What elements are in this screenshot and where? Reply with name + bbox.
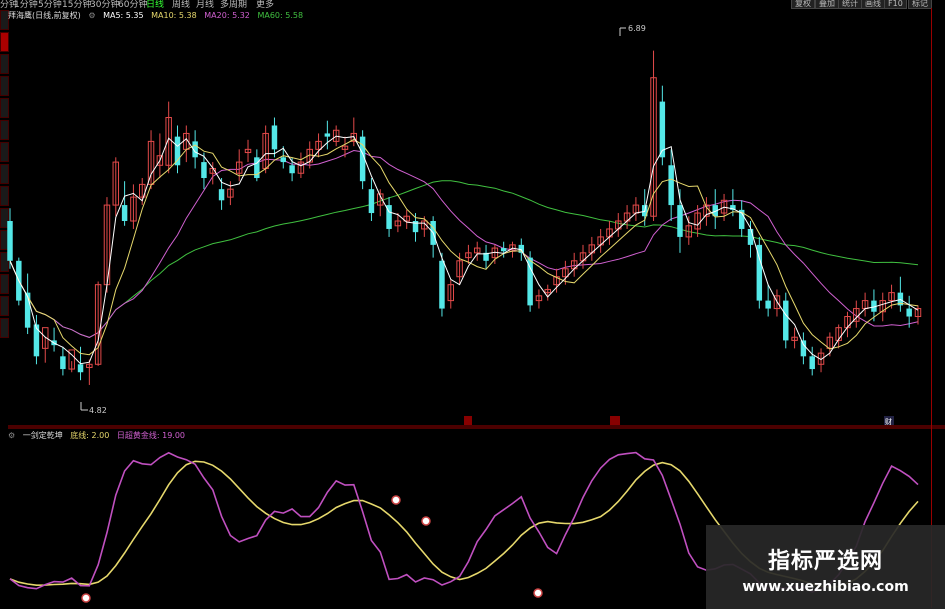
candle-body — [271, 125, 278, 150]
candle-body — [60, 356, 66, 370]
candle-body — [765, 300, 771, 309]
ma60-path — [9, 180, 919, 338]
right-axis-line — [931, 8, 932, 608]
candle-body — [121, 205, 128, 221]
ma10-path — [9, 138, 919, 356]
candle-body — [280, 157, 287, 163]
candle-body — [668, 165, 674, 206]
candle-body — [7, 221, 13, 261]
signal-markers — [81, 495, 543, 603]
event-marker[interactable] — [464, 416, 472, 425]
candle-body — [677, 205, 683, 237]
ma5-path — [9, 135, 919, 365]
signal-marker[interactable] — [391, 495, 401, 505]
event-marker[interactable] — [610, 416, 620, 425]
candle-body — [77, 364, 84, 373]
candle-body — [800, 340, 807, 357]
watermark-title: 指标严选网 — [767, 549, 883, 574]
candle-body — [174, 136, 181, 166]
watermark-url: www.xuezhibiao.com — [742, 579, 909, 595]
candle-body — [747, 228, 754, 245]
candle-body — [289, 165, 295, 174]
candles — [7, 50, 922, 385]
candle-body — [201, 162, 207, 179]
signal-marker[interactable] — [421, 516, 431, 526]
candle-body — [659, 101, 666, 158]
candle-body — [33, 324, 40, 357]
candle-body — [783, 300, 789, 341]
candle-body — [906, 308, 912, 317]
ma5-line — [9, 135, 919, 365]
candle-body — [324, 133, 331, 137]
signal-marker[interactable] — [81, 593, 91, 603]
ma60-line — [9, 180, 919, 338]
candle-body — [439, 260, 445, 309]
watermark: 指标严选网 www.xuezhibiao.com — [706, 525, 945, 609]
kline-chart[interactable]: 6.89 4.82 财 — [0, 0, 945, 609]
high-label: 6.89 — [628, 24, 646, 33]
ma10-line — [9, 138, 919, 356]
event-marker-label: 财 — [885, 417, 892, 426]
candle-body — [500, 248, 507, 252]
candle-body — [809, 356, 815, 370]
signal-marker[interactable] — [533, 588, 543, 598]
low-label: 4.82 — [89, 406, 107, 415]
candle-body — [218, 189, 225, 201]
candle-body — [368, 189, 375, 214]
